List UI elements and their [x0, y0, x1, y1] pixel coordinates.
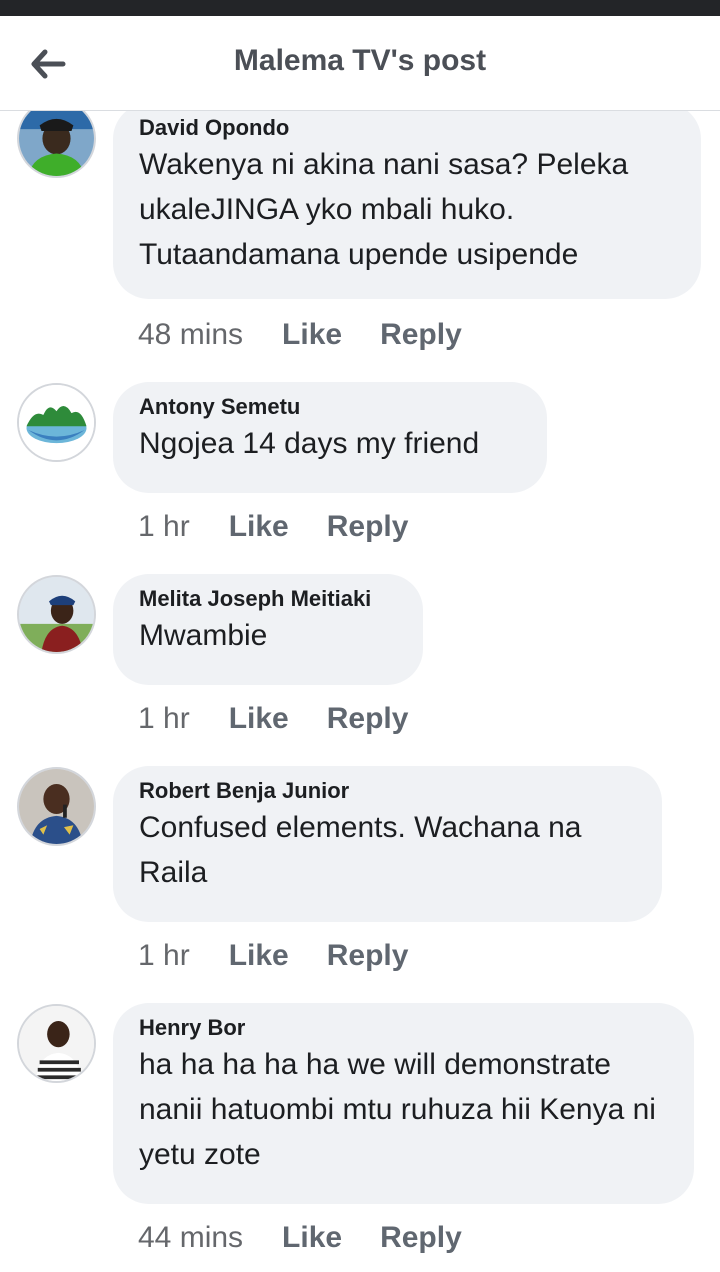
comment-text: ha ha ha ha ha we will demonstrate nanii… — [139, 1048, 656, 1171]
reply-button[interactable]: Reply — [380, 318, 462, 352]
comment-actions: 48 mins Like Reply — [138, 315, 462, 355]
like-button[interactable]: Like — [229, 510, 289, 544]
comment-author[interactable]: Melita Joseph Meitiaki — [139, 585, 396, 613]
page-title: Malema TV's post — [233, 44, 487, 77]
comment-time[interactable]: 1 hr — [138, 702, 190, 736]
like-button[interactable]: Like — [229, 939, 289, 973]
avatar[interactable] — [17, 111, 96, 178]
comment-time[interactable]: 1 hr — [138, 510, 190, 544]
avatar[interactable] — [17, 575, 96, 654]
comment-actions: 44 mins Like Reply — [138, 1218, 462, 1258]
comment-actions: 1 hr Like Reply — [138, 507, 408, 547]
comment-time[interactable]: 44 mins — [138, 1221, 243, 1255]
avatar[interactable] — [17, 767, 96, 846]
comment-text: Mwambie — [139, 619, 268, 652]
comment-bubble[interactable]: Robert Benja Junior Confused elements. W… — [113, 766, 662, 922]
comment-time[interactable]: 48 mins — [138, 318, 243, 352]
avatar[interactable] — [17, 1004, 96, 1083]
comment-time[interactable]: 1 hr — [138, 939, 190, 973]
comment-actions: 1 hr Like Reply — [138, 936, 408, 976]
comment-bubble[interactable]: Melita Joseph Meitiaki Mwambie — [113, 574, 423, 685]
post-header: Malema TV's post — [0, 16, 720, 111]
comment-text: Ngojea 14 days my friend — [139, 427, 480, 460]
comment-actions: 1 hr Like Reply — [138, 699, 408, 739]
comment-text: Wakenya ni akina nani sasa? Peleka ukale… — [139, 148, 629, 271]
comments-list[interactable]: David Opondo Wakenya ni akina nani sasa?… — [0, 111, 720, 1272]
comment-author[interactable]: Robert Benja Junior — [139, 777, 635, 805]
like-button[interactable]: Like — [282, 1221, 342, 1255]
comment-bubble[interactable]: Henry Bor ha ha ha ha ha we will demonst… — [113, 1003, 694, 1204]
reply-button[interactable]: Reply — [327, 939, 409, 973]
reply-button[interactable]: Reply — [327, 510, 409, 544]
comment-author[interactable]: Antony Semetu — [139, 393, 520, 421]
like-button[interactable]: Like — [229, 702, 289, 736]
comment-author[interactable]: Henry Bor — [139, 1014, 667, 1042]
reply-button[interactable]: Reply — [380, 1221, 462, 1255]
status-bar — [0, 0, 720, 16]
reply-button[interactable]: Reply — [327, 702, 409, 736]
comment-text: Confused elements. Wachana na Raila — [139, 811, 582, 889]
comment-bubble[interactable]: David Opondo Wakenya ni akina nani sasa?… — [113, 111, 701, 299]
comment-bubble[interactable]: Antony Semetu Ngojea 14 days my friend — [113, 382, 547, 493]
avatar[interactable] — [17, 383, 96, 462]
like-button[interactable]: Like — [282, 318, 342, 352]
comment-author[interactable]: David Opondo — [139, 114, 674, 142]
